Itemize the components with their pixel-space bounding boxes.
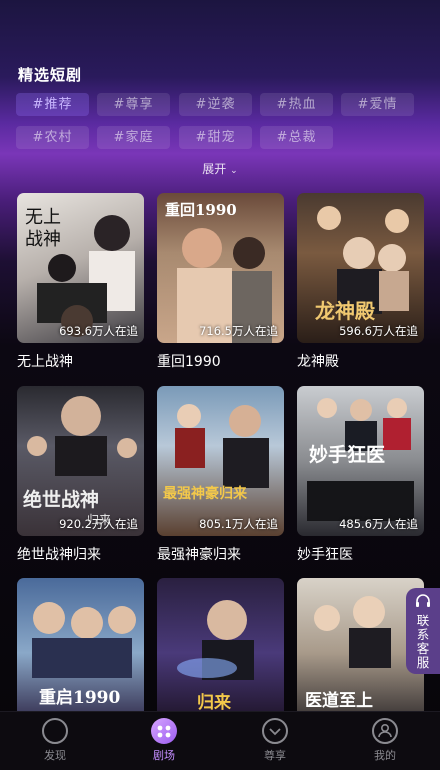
drama-card[interactable]: 无上 战神 693.6万人在追 无上战神 [17, 193, 144, 371]
drama-card[interactable]: 龙神殿 596.6万人在追 龙神殿 [297, 193, 424, 371]
poster-text: 归来 [197, 692, 232, 713]
svg-text:妙手狂医: 妙手狂医 [309, 443, 385, 466]
tag-comeback[interactable]: #逆袭 [179, 93, 252, 116]
profile-icon [372, 718, 398, 744]
poster-art: 妙手狂医 [307, 398, 414, 521]
drama-card[interactable]: 重启1990 [17, 578, 144, 728]
drama-title: 无上战神 [17, 354, 73, 370]
tag-recommend[interactable]: #推荐 [16, 93, 89, 116]
drama-title: 最强神豪归来 [157, 547, 241, 563]
drama-poster: 无上 战神 693.6万人在追 [17, 193, 144, 343]
tag-family[interactable]: #家庭 [97, 126, 170, 149]
svg-text:战神: 战神 [25, 229, 61, 250]
poster-text: 医道至上 [305, 690, 373, 711]
drama-card[interactable]: 最强神豪归来 805.1万人在追 最强神豪归来 [157, 386, 284, 564]
drama-title: 绝世战神归来 [17, 547, 101, 563]
poster-text: 重启1990 [39, 687, 120, 708]
section-title: 精选短剧 [18, 66, 83, 84]
tab-label: 剧场 [153, 749, 175, 762]
follow-count: 596.6万人在追 [339, 324, 418, 338]
bottom-tab-bar: 发现 剧场 尊享 我的 [0, 711, 440, 770]
follow-count: 693.6万人在追 [59, 324, 138, 338]
poster-art: 最强神豪归来 [163, 404, 269, 502]
poster-art: 归来 [177, 600, 254, 713]
theater-icon [151, 718, 177, 744]
drama-poster: 医道至上 [297, 578, 424, 728]
drama-card[interactable]: 归来 [157, 578, 284, 728]
svg-text:最强神豪归来: 最强神豪归来 [163, 485, 248, 502]
headset-icon [416, 594, 430, 607]
svg-text:无上: 无上 [25, 207, 61, 228]
drama-card[interactable]: 重回1990 716.5万人在追 重回1990 [157, 193, 284, 371]
drama-card[interactable]: 医道至上 [297, 578, 424, 728]
drama-title: 龙神殿 [297, 354, 339, 370]
tag-action[interactable]: #热血 [260, 93, 333, 116]
tab-profile[interactable]: 我的 [350, 718, 420, 763]
tag-sweet[interactable]: #甜宠 [179, 126, 252, 149]
vip-icon [262, 718, 288, 744]
drama-title: 妙手狂医 [297, 547, 353, 563]
poster-art: 重启1990 [32, 602, 136, 708]
tag-exclusive[interactable]: #尊享 [97, 93, 170, 116]
poster-art: 龙神殿 [315, 206, 409, 323]
drama-poster: 绝世战神 归来 920.2万人在追 [17, 386, 144, 536]
tab-label: 尊享 [264, 749, 286, 762]
tab-label: 我的 [374, 749, 396, 762]
chevron-down-icon: ⌄ [230, 166, 238, 176]
follow-count: 485.6万人在追 [339, 517, 418, 531]
poster-art: 绝世战神 归来 [23, 396, 137, 527]
follow-count: 716.5万人在追 [199, 324, 278, 338]
expand-label: 展开 [202, 162, 227, 176]
drama-poster: 龙神殿 596.6万人在追 [297, 193, 424, 343]
expand-button[interactable]: 展开 ⌄ [0, 160, 440, 177]
customer-service-button[interactable]: 联系客服 [406, 588, 440, 674]
drama-poster: 归来 [157, 578, 284, 728]
tag-ceo[interactable]: #总裁 [260, 126, 333, 149]
discover-icon [42, 718, 68, 744]
svg-text:重回1990: 重回1990 [165, 201, 237, 219]
drama-title: 重回1990 [157, 354, 221, 370]
customer-service-label: 联系客服 [416, 613, 430, 670]
svg-text:绝世战神: 绝世战神 [23, 488, 99, 511]
tab-discover[interactable]: 发现 [20, 718, 90, 763]
poster-art: 无上 战神 [25, 207, 135, 337]
drama-card[interactable]: 妙手狂医 485.6万人在追 妙手狂医 [297, 386, 424, 564]
tab-theater[interactable]: 剧场 [129, 718, 199, 763]
tab-label: 发现 [44, 749, 66, 762]
svg-text:龙神殿: 龙神殿 [315, 299, 376, 323]
tab-vip[interactable]: 尊享 [240, 718, 310, 763]
drama-poster: 最强神豪归来 805.1万人在追 [157, 386, 284, 536]
tag-romance[interactable]: #爱情 [341, 93, 414, 116]
follow-count: 920.2万人在追 [59, 517, 138, 531]
poster-art: 医道至上 [305, 596, 391, 711]
drama-poster: 重启1990 [17, 578, 144, 728]
drama-poster: 重回1990 716.5万人在追 [157, 193, 284, 343]
follow-count: 805.1万人在追 [199, 517, 278, 531]
poster-art: 重回1990 [165, 201, 272, 343]
tag-rural[interactable]: #农村 [16, 126, 89, 149]
drama-card[interactable]: 绝世战神 归来 920.2万人在追 绝世战神归来 [17, 386, 144, 564]
drama-poster: 妙手狂医 485.6万人在追 [297, 386, 424, 536]
